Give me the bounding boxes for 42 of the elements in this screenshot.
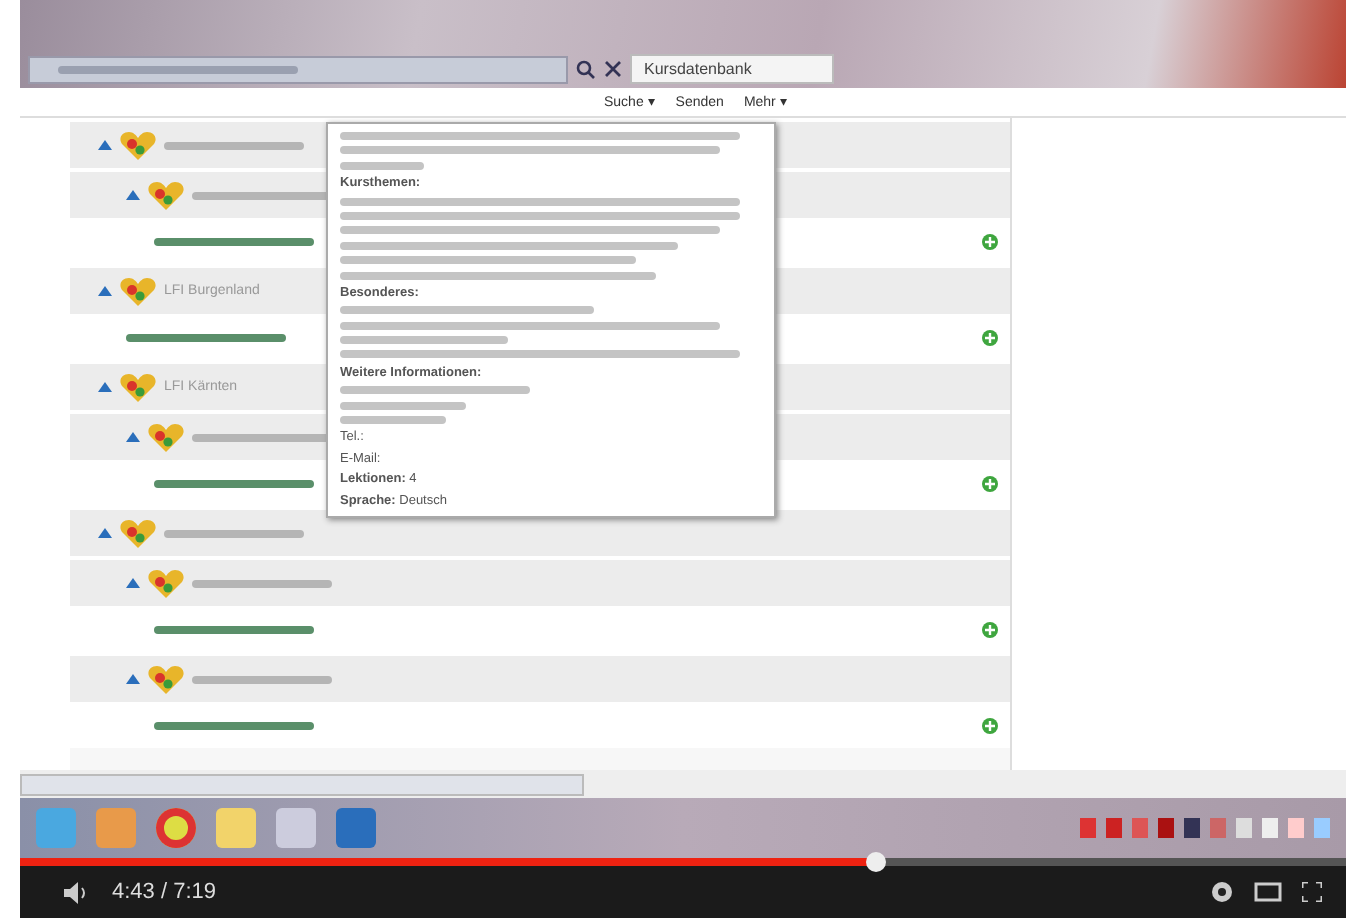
- fullscreen-icon[interactable]: [1302, 882, 1322, 902]
- blurred-label-drawing: [164, 529, 304, 537]
- caret-icon[interactable]: [98, 286, 112, 296]
- blurred-link-drawing[interactable]: [126, 333, 286, 341]
- video-time: 4:43 / 7:19: [112, 880, 216, 904]
- browser-icon[interactable]: [156, 808, 196, 848]
- caret-icon[interactable]: [98, 140, 112, 150]
- heart-icon: [120, 131, 156, 159]
- heart-icon: [148, 181, 184, 209]
- plus-icon[interactable]: [982, 717, 998, 733]
- blurred-text-drawing: [340, 416, 446, 425]
- blurred-text-drawing: [340, 401, 467, 410]
- browser-tab[interactable]: Kursdatenbank: [630, 54, 834, 84]
- blurred-label-drawing: [164, 141, 304, 149]
- caret-icon[interactable]: [126, 674, 140, 684]
- heart-icon: [148, 569, 184, 597]
- plus-icon[interactable]: [982, 475, 998, 491]
- blurred-link-drawing[interactable]: [154, 479, 314, 487]
- start-icon[interactable]: [36, 808, 76, 848]
- search-icon[interactable]: [576, 59, 596, 79]
- plus-icon[interactable]: [982, 621, 998, 637]
- heart-icon: [120, 519, 156, 547]
- plus-icon[interactable]: [982, 233, 998, 249]
- caret-icon[interactable]: [98, 528, 112, 538]
- close-icon[interactable]: [604, 60, 622, 78]
- blurred-link-drawing[interactable]: [154, 237, 314, 245]
- theater-mode-icon[interactable]: [1254, 882, 1282, 902]
- blurred-label-drawing: [192, 675, 332, 683]
- heart-icon: [120, 277, 156, 305]
- caret-icon[interactable]: [126, 432, 140, 442]
- blurred-link-drawing[interactable]: [154, 625, 314, 633]
- heart-icon: [120, 373, 156, 401]
- blurred-link-drawing[interactable]: [154, 721, 314, 729]
- caret-icon[interactable]: [126, 578, 140, 588]
- blurred-text-drawing: [340, 161, 425, 170]
- heart-icon: [148, 665, 184, 693]
- settings-icon[interactable]: [1210, 880, 1234, 904]
- heart-icon: [148, 423, 184, 451]
- caret-icon[interactable]: [98, 382, 112, 392]
- plus-icon[interactable]: [982, 329, 998, 345]
- blurred-label-drawing: [192, 579, 332, 587]
- caret-icon[interactable]: [126, 190, 140, 200]
